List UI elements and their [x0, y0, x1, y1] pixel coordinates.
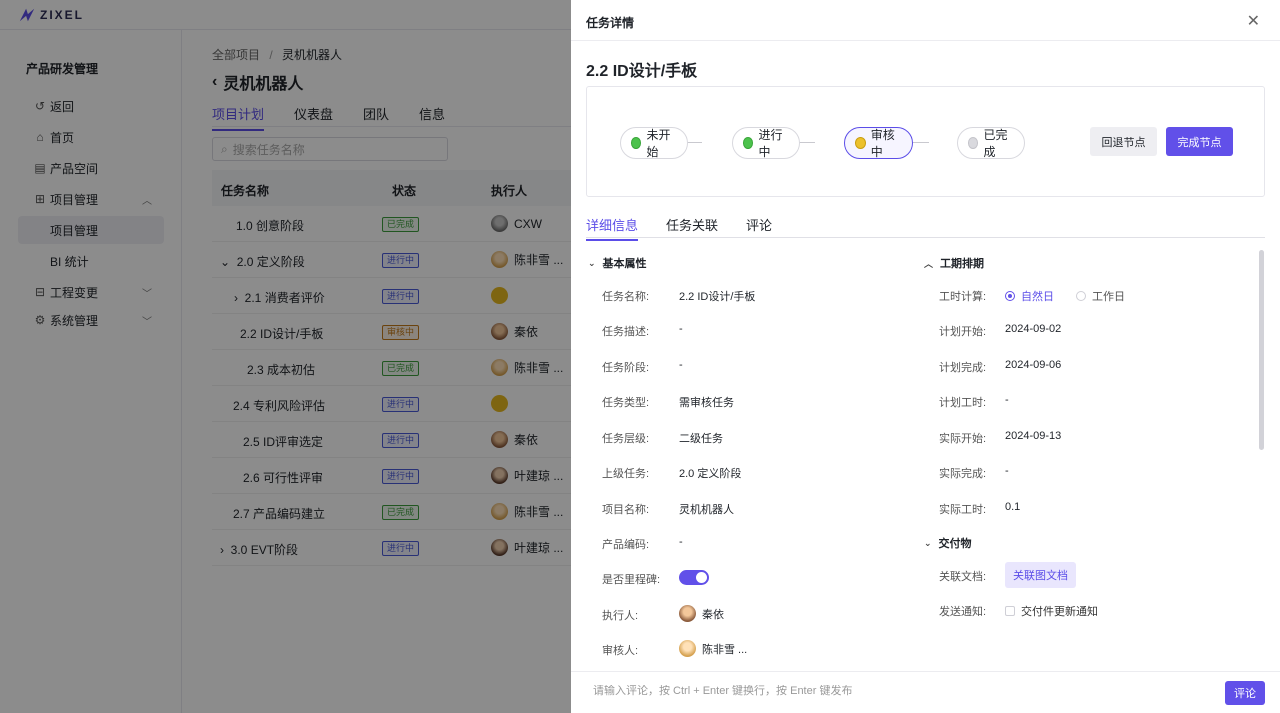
- field-label: 项目名称:: [602, 504, 650, 516]
- tab-divider: [586, 237, 1265, 238]
- task-detail-drawer: 任务详情 ✕ 2.2 ID设计/手板 未开始 进行中 审核中 已完成 回退节点 …: [571, 0, 1280, 713]
- workflow-node-completed[interactable]: 已完成: [957, 127, 1025, 159]
- reviewer-name: 陈非雪 ...: [702, 643, 748, 656]
- field-actual-finish: -: [1005, 465, 1009, 477]
- field-actual-start: 2024-09-13: [1005, 430, 1062, 442]
- field-label: 执行人:: [602, 610, 639, 622]
- drawer-title: 任务详情: [586, 16, 635, 30]
- comment-input[interactable]: [593, 685, 1193, 697]
- status-dot: [855, 137, 866, 149]
- field-label: 实际开始:: [939, 433, 987, 445]
- section-title: 工期排期: [940, 258, 985, 270]
- field-label: 任务名称:: [602, 291, 650, 303]
- field-planned-start: 2024-09-02: [1005, 323, 1062, 335]
- field-label: 计划工时:: [939, 397, 987, 409]
- node-label: 进行中: [758, 128, 783, 159]
- field-milestone: [679, 570, 709, 585]
- milestone-toggle[interactable]: [679, 570, 709, 585]
- scrollbar[interactable]: [1259, 250, 1264, 450]
- radio-button[interactable]: [1005, 291, 1015, 301]
- field-assignee: 秦依: [679, 605, 724, 622]
- comment-bar: 评论: [571, 671, 1280, 713]
- rollback-node-button[interactable]: 回退节点: [1090, 127, 1157, 156]
- section-title: 交付物: [938, 538, 972, 550]
- field-label: 关联文档:: [939, 571, 987, 583]
- submit-comment-button[interactable]: 评论: [1225, 681, 1265, 705]
- field-label: 产品编码:: [602, 539, 650, 551]
- field-label: 任务阶段:: [602, 362, 650, 374]
- field-send-notification[interactable]: 交付件更新通知: [1005, 603, 1098, 619]
- link-documents-button[interactable]: 关联图文档: [1005, 562, 1076, 588]
- workflow-node-in-review[interactable]: 审核中: [844, 127, 913, 159]
- complete-node-button[interactable]: 完成节点: [1166, 127, 1233, 156]
- node-label: 已完成: [983, 128, 1008, 159]
- field-label: 是否里程碑:: [602, 574, 661, 586]
- radio-label: 自然日: [1021, 291, 1054, 303]
- assignee-name: 秦依: [702, 608, 724, 621]
- field-actual-hours: 0.1: [1005, 501, 1021, 513]
- task-title: 2.2 ID设计/手板: [586, 63, 698, 80]
- field-label: 工时计算:: [939, 291, 987, 303]
- field-label: 任务类型:: [602, 397, 650, 409]
- chevron-down-icon: ⌄: [588, 257, 596, 268]
- checkbox-label: 交付件更新通知: [1021, 606, 1098, 618]
- status-dot: [631, 137, 642, 149]
- field-reviewer: 陈非雪 ...: [679, 640, 747, 657]
- status-dot: [968, 137, 979, 149]
- workflow-node-in-progress[interactable]: 进行中: [732, 127, 800, 159]
- notify-checkbox[interactable]: [1005, 606, 1015, 616]
- field-task-name: 2.2 ID设计/手板: [679, 291, 756, 303]
- field-task-type: 需审核任务: [679, 397, 734, 409]
- status-dot: [743, 137, 754, 149]
- chevron-up-icon: ︿: [924, 258, 934, 269]
- node-label: 未开始: [646, 128, 671, 159]
- field-label: 任务描述:: [602, 326, 650, 338]
- node-label: 审核中: [870, 128, 895, 159]
- radio-label: 工作日: [1092, 291, 1125, 303]
- field-task-level: 二级任务: [679, 433, 723, 445]
- field-task-stage: -: [679, 359, 683, 371]
- field-label: 上级任务:: [602, 468, 650, 480]
- drawer-header: 任务详情 ✕: [571, 0, 1280, 41]
- radio-natural-day[interactable]: 自然日: [1005, 288, 1054, 304]
- field-label: 审核人:: [602, 645, 639, 657]
- section-deliverables[interactable]: ⌄ 交付物: [924, 535, 972, 551]
- field-project-name: 灵机机器人: [679, 504, 734, 516]
- field-label: 实际工时:: [939, 504, 987, 516]
- workflow-node-not-started[interactable]: 未开始: [620, 127, 688, 159]
- section-schedule[interactable]: ︿ 工期排期: [924, 255, 984, 271]
- chevron-down-icon: ⌄: [924, 537, 932, 548]
- field-task-description: -: [679, 323, 683, 335]
- section-basic-attributes[interactable]: ⌄ 基本属性: [588, 255, 647, 271]
- field-label: 计划完成:: [939, 362, 987, 374]
- field-planned-finish: 2024-09-06: [1005, 359, 1062, 371]
- radio-working-day[interactable]: 工作日: [1076, 288, 1125, 304]
- close-icon[interactable]: ✕: [1247, 11, 1260, 31]
- field-label: 实际完成:: [939, 468, 987, 480]
- field-label: 计划开始:: [939, 326, 987, 338]
- field-linked-docs: 关联图文档: [1005, 562, 1076, 588]
- field-planned-hours: -: [1005, 394, 1009, 406]
- field-label: 任务层级:: [602, 433, 650, 445]
- workflow-panel: 未开始 进行中 审核中 已完成 回退节点 完成节点: [586, 86, 1265, 197]
- field-label: 发送通知:: [939, 606, 987, 618]
- field-parent-task: 2.0 定义阶段: [679, 468, 742, 480]
- avatar: [679, 605, 696, 622]
- section-title: 基本属性: [602, 258, 647, 270]
- radio-button[interactable]: [1076, 291, 1086, 301]
- field-product-code: -: [679, 536, 683, 548]
- avatar: [679, 640, 696, 657]
